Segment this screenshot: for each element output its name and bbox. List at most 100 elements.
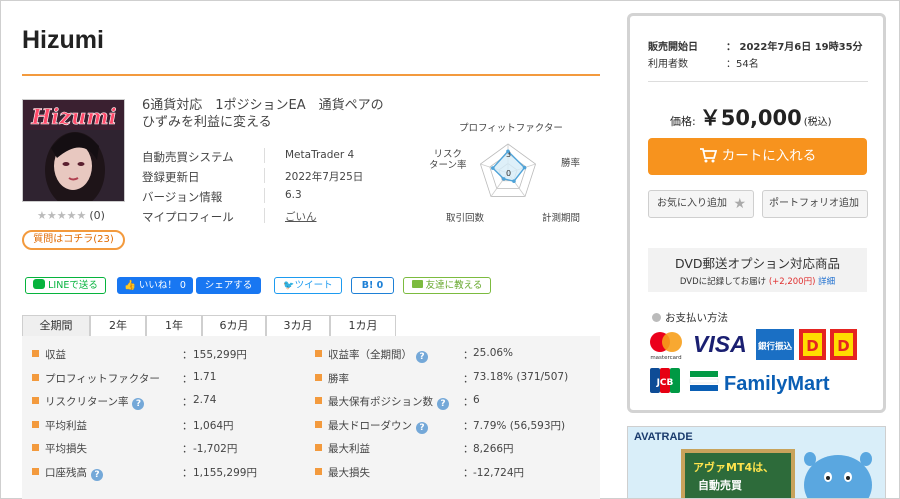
tell-friend-button[interactable]: 友達に教える bbox=[403, 277, 491, 294]
stat-value: -1,702円 bbox=[193, 443, 238, 455]
add-portfolio-button[interactable]: ポートフォリオ追加 bbox=[762, 190, 868, 218]
help-icon[interactable]: ? bbox=[437, 398, 449, 410]
radar-point bbox=[491, 166, 495, 170]
favorite-label: お気に入り追加 bbox=[657, 198, 727, 209]
rating-stars: ★★★★★ (0) bbox=[37, 209, 105, 222]
tab-6-months[interactable]: 6カ月 bbox=[202, 315, 266, 336]
stat-bullet bbox=[32, 420, 39, 428]
stat-bullet bbox=[32, 467, 39, 475]
info-row-version: バージョン情報 6.3 bbox=[142, 186, 402, 206]
star-icons: ★★★★★ bbox=[37, 209, 87, 222]
info-separator bbox=[264, 168, 265, 183]
tab-1-year[interactable]: 1年 bbox=[146, 315, 202, 336]
stat-label: 口座残高? bbox=[45, 465, 103, 481]
stat-row: 最大損失 ： -12,724円 bbox=[315, 464, 585, 480]
question-button[interactable]: 質問はコチラ(23) bbox=[22, 230, 125, 250]
tab-3-months[interactable]: 3カ月 bbox=[266, 315, 330, 336]
stat-label: プロフィットファクター bbox=[45, 371, 160, 386]
tab-1-month[interactable]: 1カ月 bbox=[330, 315, 396, 336]
stat-bullet bbox=[32, 373, 39, 381]
info-row-profile: マイプロフィール ごいん bbox=[142, 206, 402, 226]
thumbnail-logo-text: Hizumi bbox=[30, 104, 116, 129]
info-label: 登録更新日 bbox=[142, 170, 200, 184]
payment-logos: mastercard VISA 銀行振込 D D JCB FamilyMart bbox=[650, 329, 857, 395]
cart-button-label: カートに入れる bbox=[721, 148, 817, 164]
stat-colon: ： bbox=[182, 349, 193, 361]
svg-text:mastercard: mastercard bbox=[650, 355, 681, 361]
help-icon[interactable]: ? bbox=[416, 351, 428, 363]
info-label: バージョン情報 bbox=[142, 190, 223, 204]
dvd-option-banner: DVD郵送オプション対応商品 DVDに記録してお届け (+2,200円) 詳細 bbox=[648, 248, 867, 292]
add-favorite-button[interactable]: お気に入り追加 ★ bbox=[648, 190, 754, 218]
stat-label: 平均損失 bbox=[45, 441, 87, 456]
help-icon[interactable]: ? bbox=[132, 398, 145, 410]
facebook-share-button[interactable]: シェアする bbox=[196, 277, 261, 294]
page-title: Hizumi bbox=[22, 26, 104, 54]
sale-start-row: 販売開始日 ： 2022年7月6日 19時35分 bbox=[648, 38, 873, 55]
line-share-label: LINEで送る bbox=[48, 280, 98, 291]
stat-value: -12,724円 bbox=[473, 466, 525, 479]
stat-label: 最大損失 bbox=[328, 465, 370, 480]
stat-value: 73.18% (371/507) bbox=[473, 370, 569, 383]
help-icon[interactable]: ? bbox=[91, 468, 103, 481]
stat-value: 1,155,299円 bbox=[193, 466, 257, 479]
stat-row: 最大利益 ： 8,266円 bbox=[315, 440, 585, 456]
stat-value: 1.71 bbox=[193, 370, 217, 383]
svg-text:FamilyMart: FamilyMart bbox=[724, 373, 830, 395]
info-row-system: 自動売買システム MetaTrader 4 bbox=[142, 146, 402, 166]
stat-label-text: 収益 bbox=[45, 349, 66, 361]
info-value: 2022年7月25日 bbox=[285, 171, 364, 183]
tweet-button[interactable]: 🐦ツイート bbox=[274, 277, 342, 294]
facebook-like-button[interactable]: 👍 いいね！ 0 bbox=[117, 277, 193, 294]
stat-row: 勝率 ： 73.18% (371/507) bbox=[315, 370, 585, 386]
ad-art: AVATRADE アヴァMT4は、 自動売買 bbox=[628, 427, 885, 498]
ad-banner[interactable]: AVATRADE アヴァMT4は、 自動売買 bbox=[627, 426, 886, 499]
cart-icon bbox=[699, 148, 717, 163]
product-thumbnail[interactable]: Hizumi bbox=[22, 99, 125, 202]
stat-label: 収益率（全期間）? bbox=[328, 347, 428, 363]
mastercard-logo: mastercard bbox=[650, 332, 682, 361]
stat-value: 1,064円 bbox=[193, 419, 234, 432]
hatena-bookmark-button[interactable]: B! 0 bbox=[351, 277, 394, 294]
svg-text:銀行振込: 銀行振込 bbox=[757, 341, 793, 352]
dvd-note-text: DVDに記録してお届け bbox=[679, 277, 767, 287]
tab-2-years[interactable]: 2年 bbox=[90, 315, 146, 336]
line-icon bbox=[33, 279, 46, 289]
sale-start-value: ： 2022年7月6日 19時35分 bbox=[726, 38, 863, 53]
add-to-cart-button[interactable]: カートに入れる bbox=[648, 138, 867, 175]
star-icon: ★ bbox=[733, 196, 746, 212]
jcb-logo: JCB bbox=[650, 368, 680, 393]
daily-yamazaki-logo-2: D bbox=[830, 329, 857, 360]
stat-label-text: 平均損失 bbox=[45, 443, 87, 455]
info-table: 自動売買システム MetaTrader 4 登録更新日 2022年7月25日 バージ… bbox=[142, 146, 402, 226]
sidebar-divider bbox=[648, 81, 868, 82]
stat-label: 最大保有ポジション数? bbox=[328, 394, 449, 410]
bullet-icon bbox=[652, 313, 661, 322]
help-icon[interactable]: ? bbox=[416, 421, 428, 434]
like-label: いいね！ 0 bbox=[138, 280, 186, 291]
info-row-updated: 登録更新日 2022年7月25日 bbox=[142, 166, 402, 186]
info-label: マイプロフィール bbox=[142, 210, 234, 224]
svg-text:自動売買: 自動売買 bbox=[698, 478, 742, 492]
radar-scale-0: 0 bbox=[506, 169, 511, 178]
svg-text:D: D bbox=[837, 337, 849, 355]
stat-row: 平均利益 ： 1,064円 bbox=[32, 417, 302, 433]
familymart-logo: FamilyMart bbox=[689, 371, 830, 395]
visa-logo: VISA bbox=[693, 331, 747, 357]
stat-label: 勝率 bbox=[328, 371, 349, 386]
dvd-title: DVD郵送オプション対応商品 bbox=[674, 256, 841, 271]
stat-label: リスクリターン率? bbox=[45, 394, 145, 410]
dvd-detail-link[interactable]: 詳細 bbox=[818, 277, 835, 287]
price: 価格: ￥50,000 (税込) bbox=[670, 102, 832, 132]
line-share-button[interactable]: LINEで送る bbox=[25, 277, 106, 294]
stat-value: 6 bbox=[473, 394, 480, 406]
users-label: 利用者数 bbox=[648, 59, 688, 70]
profile-link[interactable]: ごいん bbox=[285, 209, 317, 224]
users-row: 利用者数 ：54名 bbox=[648, 55, 873, 72]
bank-transfer-logo: 銀行振込 bbox=[756, 329, 794, 360]
stat-bullet bbox=[315, 373, 322, 381]
tab-all-period[interactable]: 全期間 bbox=[22, 315, 90, 336]
svg-text:AVATRADE: AVATRADE bbox=[634, 431, 693, 443]
stat-colon: ： bbox=[182, 466, 193, 479]
meta-colon: ： bbox=[726, 42, 736, 53]
